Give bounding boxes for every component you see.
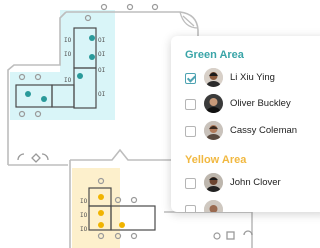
avatar xyxy=(204,173,223,192)
section-title-yellow-area: Yellow Area xyxy=(185,154,247,166)
person-name: Cassy Coleman xyxy=(230,125,298,136)
avatar xyxy=(204,121,223,140)
section-title-green-area: Green Area xyxy=(185,49,244,61)
checkbox[interactable] xyxy=(185,126,196,137)
svg-text:OI: OI xyxy=(98,51,106,58)
green-zone xyxy=(60,10,115,120)
person-name: John Clover xyxy=(230,177,281,188)
list-item[interactable]: Li Xiu Ying xyxy=(171,66,320,92)
checkbox[interactable] xyxy=(185,178,196,189)
list-item[interactable]: Cassy Coleman xyxy=(171,119,320,145)
avatar xyxy=(204,200,223,212)
svg-text:IO: IO xyxy=(64,37,72,44)
checkbox[interactable] xyxy=(185,73,196,84)
avatar xyxy=(204,68,223,87)
svg-text:IO: IO xyxy=(80,226,88,233)
svg-text:IO: IO xyxy=(80,198,88,205)
list-item[interactable]: John Clover xyxy=(171,171,320,197)
svg-text:OI: OI xyxy=(98,91,106,98)
people-panel: Green Area Li Xiu Ying Oliver Buckley Ca… xyxy=(171,36,320,212)
list-item[interactable] xyxy=(171,198,320,212)
svg-text:IO: IO xyxy=(80,212,88,219)
svg-text:IO: IO xyxy=(64,51,72,58)
checkbox[interactable] xyxy=(185,205,196,212)
svg-text:IO: IO xyxy=(64,77,72,84)
checkbox[interactable] xyxy=(185,99,196,110)
avatar xyxy=(204,94,223,113)
yellow-zone xyxy=(72,168,120,248)
list-item[interactable]: Oliver Buckley xyxy=(171,92,320,118)
person-name: Oliver Buckley xyxy=(230,98,291,109)
svg-text:OI: OI xyxy=(98,37,106,44)
person-name: Li Xiu Ying xyxy=(230,72,275,83)
svg-text:OI: OI xyxy=(98,67,106,74)
